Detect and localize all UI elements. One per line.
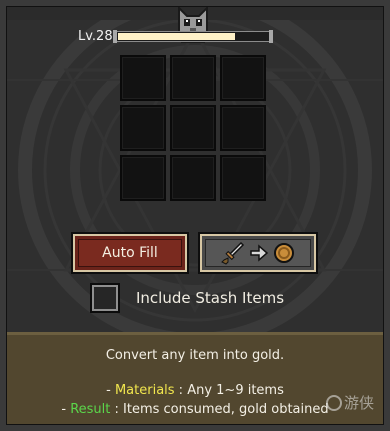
item-slot[interactable] [220,55,266,101]
item-slot[interactable] [220,155,266,201]
item-slot[interactable] [170,55,216,101]
sword-icon [221,241,245,265]
alchemy-window: Lv.28 Auto Fill Include Stash Items Conv… [0,0,390,431]
item-slot-grid [120,55,270,205]
item-slot[interactable] [170,155,216,201]
include-stash-checkbox[interactable] [90,283,120,313]
item-slot[interactable] [120,155,166,201]
materials-prefix: - [106,383,115,398]
watermark-logo-icon [325,394,342,411]
experience-bar [113,30,273,43]
auto-fill-button-label: Auto Fill [102,245,158,261]
info-description: Convert any item into gold. [105,348,285,363]
include-stash-label: Include Stash Items [136,289,285,307]
result-value: : Items consumed, gold obtained [110,402,329,417]
item-slot[interactable] [120,105,166,151]
materials-value: : Any 1~9 items [174,383,284,398]
convert-icons [221,241,295,265]
gold-coin-icon [274,243,294,263]
result-key: Result [70,402,111,417]
experience-bar-cap-right [269,30,273,43]
arrow-right-icon [250,244,269,262]
watermark: 游侠 [325,392,374,413]
convert-to-gold-button[interactable] [198,232,318,274]
materials-key: Materials [114,383,175,398]
item-slot[interactable] [170,105,216,151]
item-slot[interactable] [220,105,266,151]
item-slot[interactable] [120,55,166,101]
experience-bar-fill [118,33,235,40]
auto-fill-button[interactable]: Auto Fill [71,232,189,274]
watermark-text: 游侠 [343,394,374,412]
player-level: Lv.28 [78,29,113,44]
info-panel: Convert any item into gold. - Materials … [6,332,384,425]
experience-bar-cap-left [113,30,117,43]
result-prefix: - [61,402,71,417]
